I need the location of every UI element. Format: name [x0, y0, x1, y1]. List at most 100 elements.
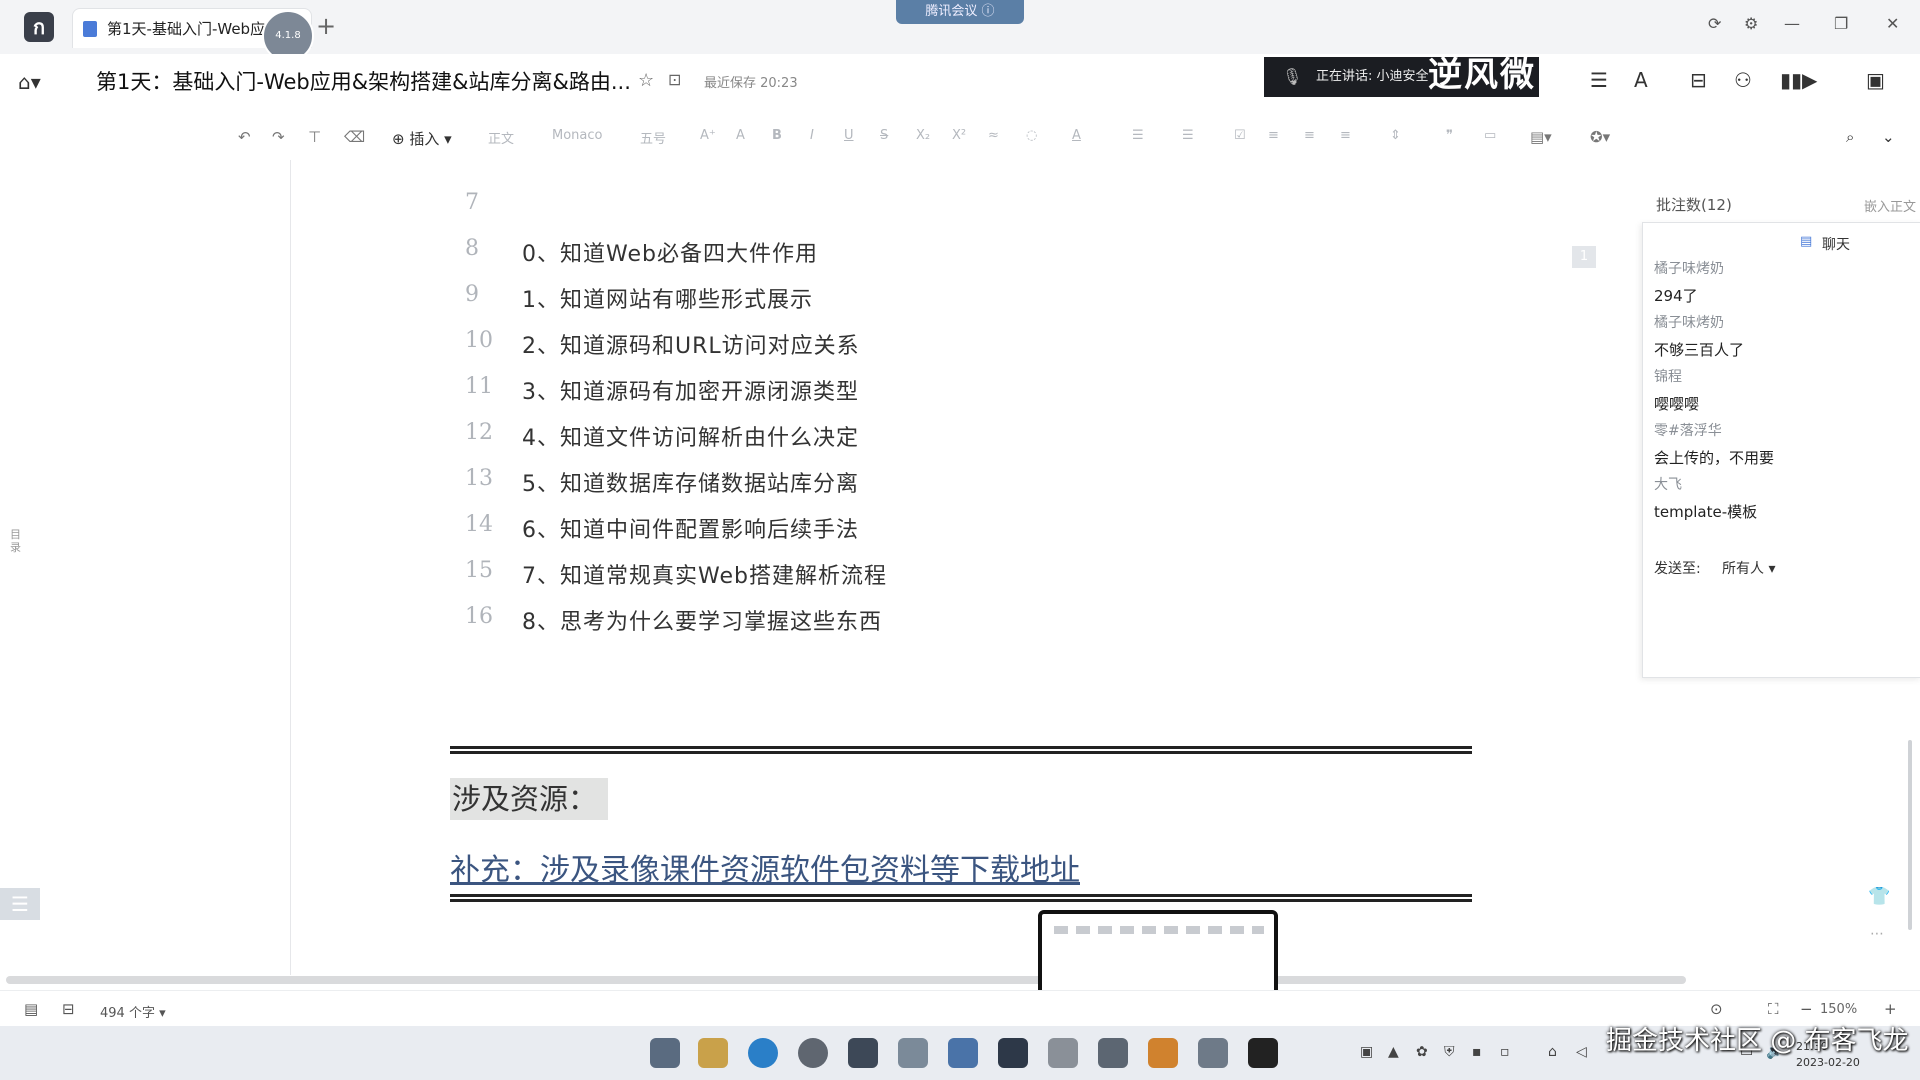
- share-icon[interactable]: ⚇: [1734, 68, 1752, 92]
- list-item[interactable]: 4、知道文件访问解析由什么决定: [522, 420, 859, 452]
- app-icon[interactable]: [1098, 1038, 1128, 1068]
- font-select[interactable]: Monaco: [552, 128, 602, 143]
- ide-icon[interactable]: [1248, 1038, 1278, 1068]
- close-button[interactable]: ✕: [1886, 14, 1899, 33]
- list-item[interactable]: 0、知道Web必备四大件作用: [522, 236, 818, 268]
- quote-icon[interactable]: ❞: [1446, 128, 1453, 143]
- list-item[interactable]: 7、知道常规真实Web搭建解析流程: [522, 558, 887, 590]
- menu-icon[interactable]: ☰: [1590, 68, 1608, 92]
- toc-tab[interactable]: 目录: [10, 528, 28, 568]
- outline-view-icon[interactable]: ▤: [24, 1000, 38, 1018]
- comment-marker[interactable]: 1: [1572, 246, 1596, 268]
- search-icon[interactable]: ⌕: [1846, 128, 1854, 146]
- embed-comments-toggle[interactable]: 嵌入正文: [1864, 196, 1916, 215]
- italic-icon[interactable]: I: [810, 128, 814, 143]
- present-icon[interactable]: ⊟: [1690, 68, 1707, 92]
- document-title[interactable]: 第1天：基础入门-Web应用&架构搭建&站库分离&路由...: [96, 66, 631, 96]
- undo-icon[interactable]: ↶: [238, 128, 251, 146]
- list-item[interactable]: 3、知道源码有加密开源闭源类型: [522, 374, 859, 406]
- horizontal-scrollbar[interactable]: [6, 976, 1686, 984]
- subscript-icon[interactable]: X₂: [916, 128, 930, 143]
- font-color-icon[interactable]: A: [1072, 128, 1081, 143]
- zoom-out-button[interactable]: −: [1800, 1000, 1813, 1018]
- table-icon[interactable]: ▤▾: [1530, 128, 1552, 146]
- font-size-select[interactable]: 五号: [640, 128, 666, 147]
- plugin-icon[interactable]: ✪▾: [1590, 128, 1610, 146]
- shirt-icon[interactable]: 👕: [1868, 886, 1890, 907]
- app-icon[interactable]: [998, 1038, 1028, 1068]
- notes-app-icon[interactable]: [848, 1038, 878, 1068]
- style-select[interactable]: 正文: [488, 128, 514, 147]
- increase-font-icon[interactable]: A⁺: [700, 128, 716, 143]
- align-right-icon[interactable]: ≡: [1340, 128, 1351, 143]
- tray-icon[interactable]: ▫: [1500, 1044, 1510, 1060]
- text-style-icon[interactable]: ≈: [988, 128, 999, 143]
- settings-icon[interactable]: ⚙: [1744, 14, 1758, 33]
- page-view-icon[interactable]: ⊟: [62, 1000, 75, 1018]
- underline-icon[interactable]: U: [844, 128, 854, 143]
- app-logo-icon[interactable]: ก: [24, 12, 54, 42]
- bold-icon[interactable]: B: [772, 128, 782, 143]
- strikethrough-icon[interactable]: S: [880, 128, 888, 143]
- zoom-in-button[interactable]: +: [1884, 1000, 1897, 1018]
- bullet-list-icon[interactable]: ☰: [1132, 128, 1144, 143]
- font-icon[interactable]: A: [1634, 68, 1648, 92]
- tray-icon[interactable]: ▣: [1360, 1044, 1373, 1060]
- tray-icon[interactable]: ▪: [1472, 1044, 1482, 1060]
- insert-button[interactable]: ⊕ 插入 ▾: [392, 128, 452, 149]
- add-tab-button[interactable]: +: [316, 12, 336, 40]
- tray-icon[interactable]: ◁: [1576, 1044, 1587, 1060]
- move-folder-icon[interactable]: ⊡: [668, 70, 681, 89]
- numbered-list-icon[interactable]: ☰: [1182, 128, 1194, 143]
- line-spacing-icon[interactable]: ⇕: [1390, 128, 1401, 143]
- tray-icon[interactable]: ▲: [1388, 1044, 1399, 1060]
- vertical-scrollbar[interactable]: [1908, 740, 1912, 930]
- zoom-level[interactable]: 150%: [1820, 1002, 1857, 1017]
- list-item[interactable]: 2、知道源码和URL访问对应关系: [522, 328, 860, 360]
- app-icon[interactable]: [1048, 1038, 1078, 1068]
- send-to-select[interactable]: 所有人 ▾: [1722, 558, 1775, 578]
- edge-icon[interactable]: [748, 1038, 778, 1068]
- align-center-icon[interactable]: ≡: [1304, 128, 1315, 143]
- user-avatar-icon[interactable]: ▣: [1866, 68, 1885, 92]
- chevron-down-icon[interactable]: ⌄: [1882, 128, 1895, 146]
- star-icon[interactable]: ☆: [638, 70, 654, 91]
- resource-heading[interactable]: 涉及资源：: [450, 778, 608, 820]
- clock-date[interactable]: 2023-02-20: [1796, 1056, 1860, 1069]
- list-item[interactable]: 8、思考为什么要学习掌握这些东西: [522, 604, 882, 636]
- home-icon[interactable]: ⌂▾: [18, 70, 41, 94]
- format-painter-icon[interactable]: ⊤: [308, 128, 321, 146]
- divider-icon[interactable]: ▭: [1484, 128, 1496, 143]
- app-icon[interactable]: [1198, 1038, 1228, 1068]
- photos-icon[interactable]: [948, 1038, 978, 1068]
- list-item[interactable]: 5、知道数据库存储数据站库分离: [522, 466, 859, 498]
- fullscreen-icon[interactable]: ⛶: [1768, 1000, 1779, 1018]
- list-item[interactable]: 6、知道中间件配置影响后续手法: [522, 512, 859, 544]
- align-left-icon[interactable]: ≡: [1268, 128, 1279, 143]
- restore-button[interactable]: ❐: [1834, 14, 1848, 33]
- chrome-icon[interactable]: [798, 1038, 828, 1068]
- comment-count[interactable]: 批注数(12): [1656, 194, 1732, 215]
- more-icon[interactable]: ⋯: [1870, 926, 1884, 942]
- supplement-link[interactable]: 补充：涉及录像课件资源软件包资料等下载地址: [450, 845, 1080, 889]
- checklist-icon[interactable]: ☑: [1234, 128, 1246, 143]
- refresh-icon[interactable]: ⟳: [1708, 14, 1721, 33]
- start-icon[interactable]: [650, 1038, 680, 1068]
- word-count[interactable]: 494 个字 ▾: [100, 1002, 166, 1021]
- outline-menu-button[interactable]: ☰: [0, 888, 40, 920]
- tools-icon[interactable]: [898, 1038, 928, 1068]
- play-icon[interactable]: ⊙: [1710, 1000, 1723, 1018]
- decrease-font-icon[interactable]: A: [736, 128, 745, 143]
- redo-icon[interactable]: ↷: [272, 128, 285, 146]
- eraser-icon[interactable]: ⌫: [344, 128, 365, 146]
- shield-icon[interactable]: ⛨: [1444, 1044, 1455, 1060]
- participants-icon[interactable]: ▮▮▶: [1780, 68, 1817, 92]
- superscript-icon[interactable]: X²: [952, 128, 966, 143]
- highlight-icon[interactable]: ◌: [1026, 128, 1037, 143]
- file-explorer-icon[interactable]: [698, 1038, 728, 1068]
- tray-icon[interactable]: ✿: [1416, 1044, 1428, 1060]
- minimize-button[interactable]: —: [1784, 14, 1800, 33]
- meeting-banner[interactable]: 腾讯会议 ⓘ: [896, 0, 1024, 24]
- network-icon[interactable]: ⌂: [1548, 1044, 1557, 1060]
- java-icon[interactable]: [1148, 1038, 1178, 1068]
